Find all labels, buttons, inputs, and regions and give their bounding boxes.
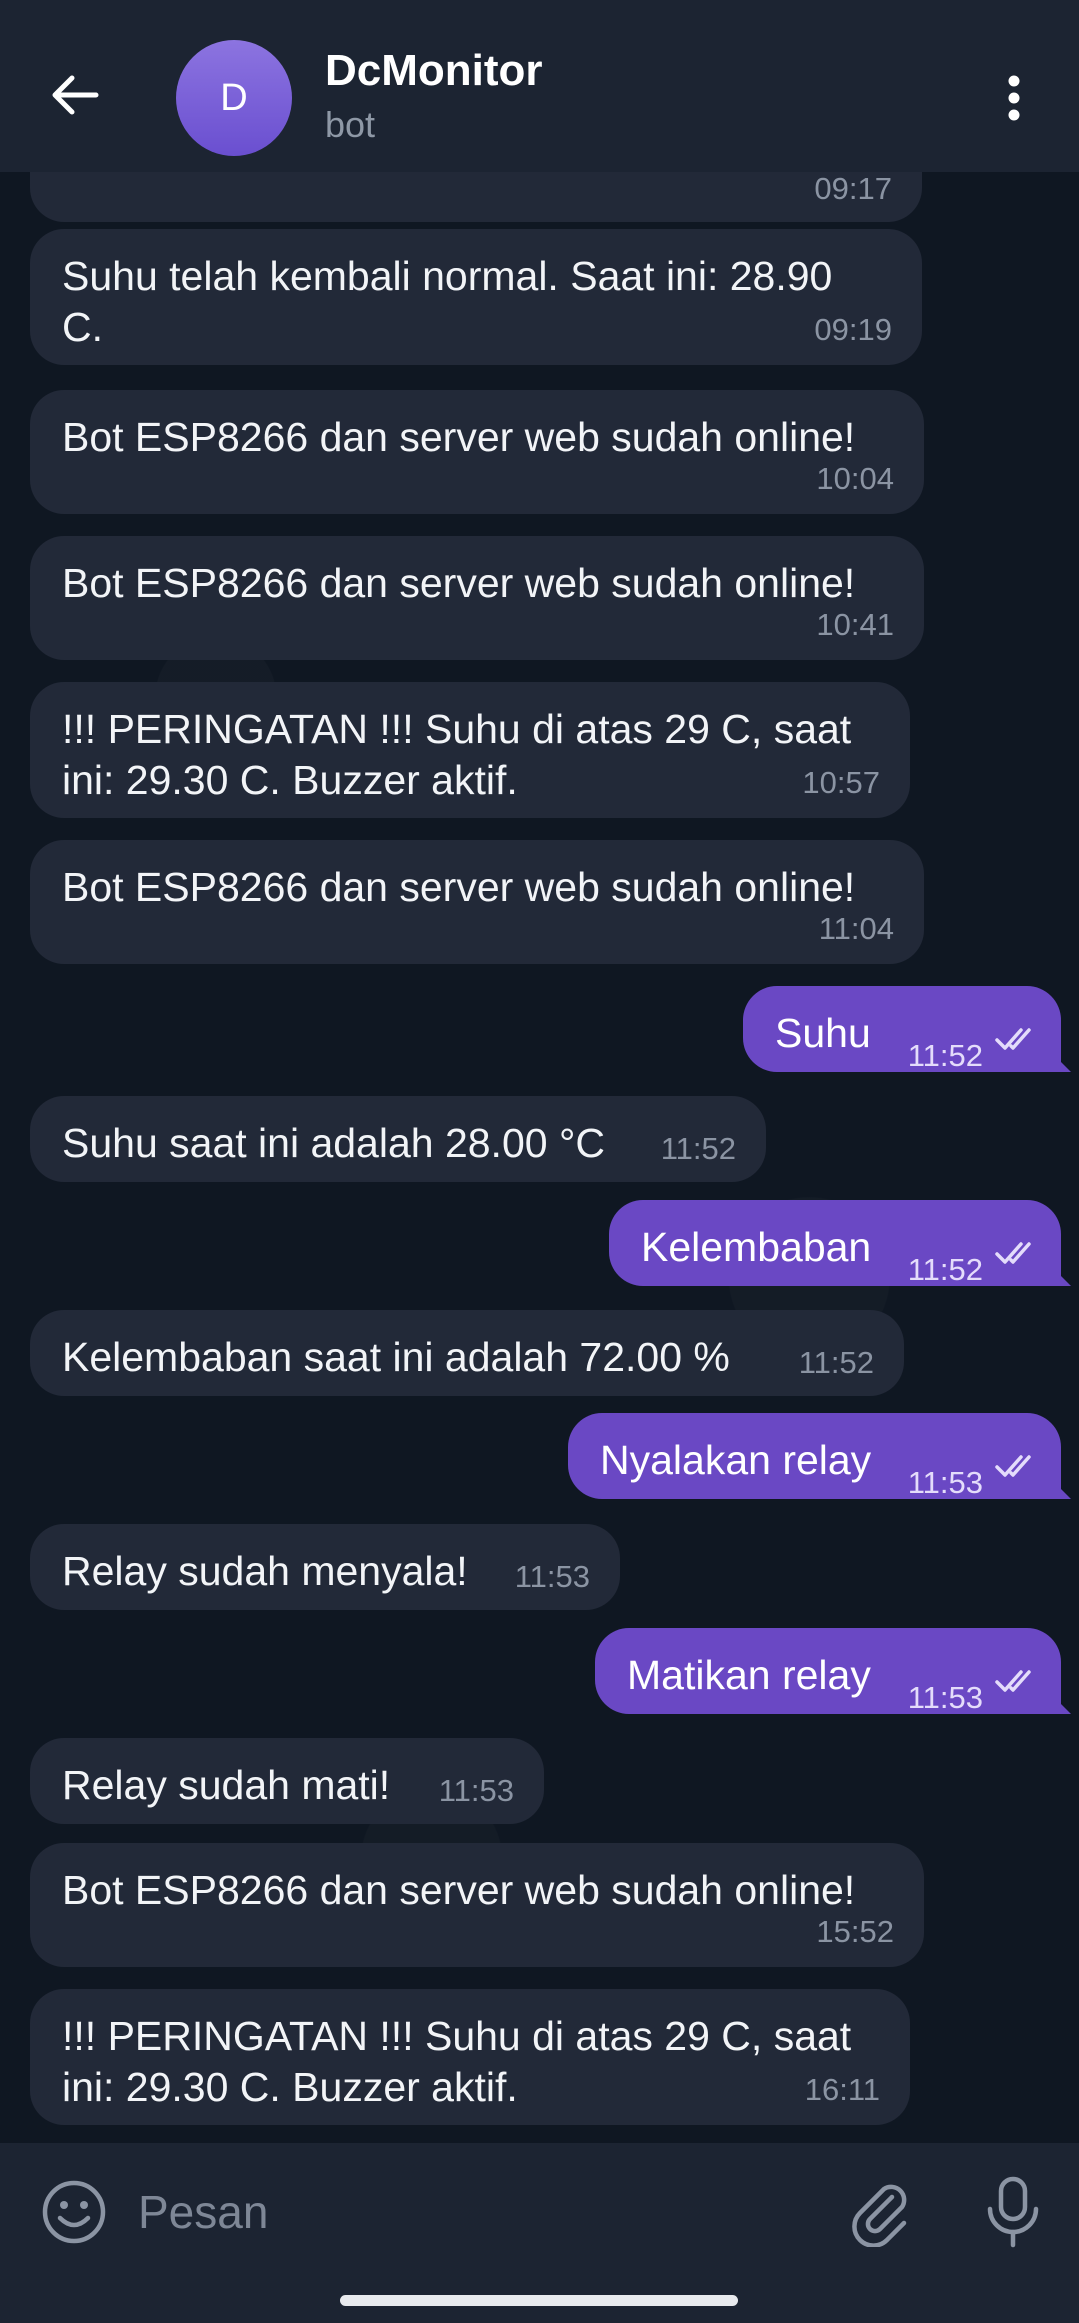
message-time: 11:53 [907, 1680, 983, 1715]
message-text-line: Kelembaban saat ini adalah 72.00 % [62, 1334, 730, 1380]
message-input[interactable] [136, 2171, 820, 2253]
message-text: Bot ESP8266 dan server web sudah online! [62, 862, 855, 913]
message-text-line: Suhu saat ini adalah 28.00 °C [62, 1120, 605, 1166]
message-time: 10:04 [816, 461, 894, 496]
message-time: 11:53 [907, 1465, 983, 1500]
message-time: 11:53 [514, 1559, 590, 1594]
chat-header: D DcMonitor bot [0, 0, 1079, 172]
message-time: 10:41 [816, 607, 894, 642]
incoming-message[interactable]: Suhu telah kembali normal. Saat ini: 28.… [30, 229, 922, 365]
incoming-message[interactable]: Bot ESP8266 dan server web sudah online!… [30, 840, 924, 964]
system-navigation-bar [0, 2281, 1079, 2323]
back-button[interactable] [40, 60, 110, 130]
message-time: 11:52 [660, 1131, 736, 1166]
more-menu-button[interactable] [986, 70, 1042, 126]
message-text: !!! PERINGATAN !!! Suhu di atas 29 C, sa… [62, 2011, 851, 2113]
microphone-button[interactable] [978, 2175, 1048, 2249]
message-text-line: Kelembaban [641, 1224, 872, 1270]
message-text-line: Matikan relay [627, 1652, 871, 1698]
message-text: Relay sudah mati! [62, 1760, 390, 1811]
incoming-message[interactable]: Bot ESP8266 dan server web sudah online!… [30, 390, 924, 514]
chat-title[interactable]: DcMonitor [325, 46, 543, 96]
message-text: Relay sudah menyala! [62, 1546, 468, 1597]
message-text: Matikan relay [627, 1650, 871, 1701]
double-check-icon [995, 1242, 1031, 1264]
avatar-letter: D [220, 76, 248, 119]
double-check-icon [995, 1670, 1031, 1692]
message-text: Kelembaban saat ini adalah 72.00 % [62, 1332, 730, 1383]
message-time: 16:11 [804, 2072, 880, 2107]
incoming-message[interactable]: Kelembaban saat ini adalah 72.00 % 11:52 [30, 1310, 904, 1396]
message-text: Suhu telah kembali normal. Saat ini: 28.… [62, 251, 832, 353]
outgoing-message[interactable]: Nyalakan relay 11:53 [568, 1413, 1071, 1500]
incoming-message[interactable]: Bot ESP8266 dan server web sudah online!… [30, 536, 924, 660]
message-text-line: ini: 29.30 C. Buzzer aktif. [62, 757, 518, 803]
microphone-icon [987, 2176, 1039, 2248]
message-time: 10:57 [802, 765, 880, 800]
chat-subtitle: bot [325, 104, 376, 145]
message-text-line: Bot ESP8266 dan server web sudah online! [62, 414, 856, 460]
message-text-line: ini: 29.30 C. Buzzer aktif. [62, 2064, 518, 2110]
message-text-line: !!! PERINGATAN !!! Suhu di atas 29 C, sa… [62, 2013, 852, 2059]
message-text-line: !!! PERINGATAN !!! Suhu di atas 29 C, sa… [62, 706, 852, 752]
message-text-line: Bot ESP8266 dan server web sudah online! [62, 560, 856, 606]
message-text-line: Nyalakan relay [600, 1437, 872, 1483]
attach-button[interactable] [846, 2177, 916, 2248]
message-text-line: Relay sudah menyala! [62, 1548, 468, 1594]
incoming-message[interactable]: Suhu saat ini adalah 28.00 °C 11:52 [30, 1096, 766, 1182]
message-text: Kelembaban [641, 1222, 871, 1273]
emoji-button[interactable] [40, 2178, 108, 2246]
bubble-tail [1047, 1262, 1071, 1286]
message-text-line: Suhu telah kembali normal. Saat ini: 28.… [62, 253, 833, 299]
message-text-line: Suhu [775, 1010, 871, 1056]
message-time: 11:04 [818, 911, 894, 946]
message-time: 11:52 [907, 1038, 983, 1073]
message-text: Bot ESP8266 dan server web sudah online! [62, 558, 855, 609]
more-vertical-icon [1008, 75, 1020, 121]
message-text-line: Bot ESP8266 dan server web sudah online! [62, 1867, 856, 1913]
message-time: 15:52 [816, 1914, 894, 1949]
message-time: 09:19 [814, 312, 892, 347]
message-text: Bot ESP8266 dan server web sudah online! [62, 1865, 855, 1916]
message-text: !!! PERINGATAN !!! Suhu di atas 29 C, sa… [62, 704, 851, 806]
message-composer [0, 2143, 1079, 2281]
outgoing-message[interactable]: Suhu 11:52 [743, 986, 1071, 1073]
paperclip-icon [852, 2184, 907, 2248]
message-text-line: C. [62, 304, 103, 350]
message-text: Nyalakan relay [600, 1435, 871, 1486]
incoming-message[interactable]: !!! PERINGATAN !!! Suhu di atas 29 C, sa… [30, 682, 910, 818]
bubble-tail [1047, 1475, 1071, 1499]
message-text: Suhu [775, 1008, 871, 1059]
message-text: Suhu saat ini adalah 28.00 °C [62, 1118, 605, 1169]
avatar[interactable]: D [176, 40, 292, 156]
outgoing-message[interactable]: Kelembaban 11:52 [609, 1200, 1071, 1287]
message-text-line: Bot ESP8266 dan server web sudah online! [62, 864, 856, 910]
message-time: 11:52 [798, 1345, 874, 1380]
incoming-message[interactable]: Relay sudah mati! 11:53 [30, 1738, 544, 1824]
message-time: 11:53 [438, 1773, 514, 1808]
bubble-tail [1047, 1690, 1071, 1714]
arrow-left-icon [52, 75, 99, 115]
bubble-tail [1047, 1048, 1071, 1072]
message-time: 11:52 [907, 1252, 983, 1287]
double-check-icon [995, 1455, 1031, 1477]
double-check-icon [995, 1028, 1031, 1050]
message-list[interactable]: ini: 29.30 C. Buzzer aktif.09:17Suhu tel… [0, 0, 1079, 2140]
incoming-message[interactable]: Relay sudah menyala! 11:53 [30, 1524, 620, 1610]
incoming-message[interactable]: Bot ESP8266 dan server web sudah online!… [30, 1843, 924, 1967]
emoji-icon [42, 2180, 106, 2244]
message-text-line: Relay sudah mati! [62, 1762, 391, 1808]
outgoing-message[interactable]: Matikan relay 11:53 [595, 1628, 1071, 1715]
incoming-message[interactable]: !!! PERINGATAN !!! Suhu di atas 29 C, sa… [30, 1989, 910, 2125]
home-indicator[interactable] [340, 2295, 738, 2306]
message-text: Bot ESP8266 dan server web sudah online! [62, 412, 855, 463]
